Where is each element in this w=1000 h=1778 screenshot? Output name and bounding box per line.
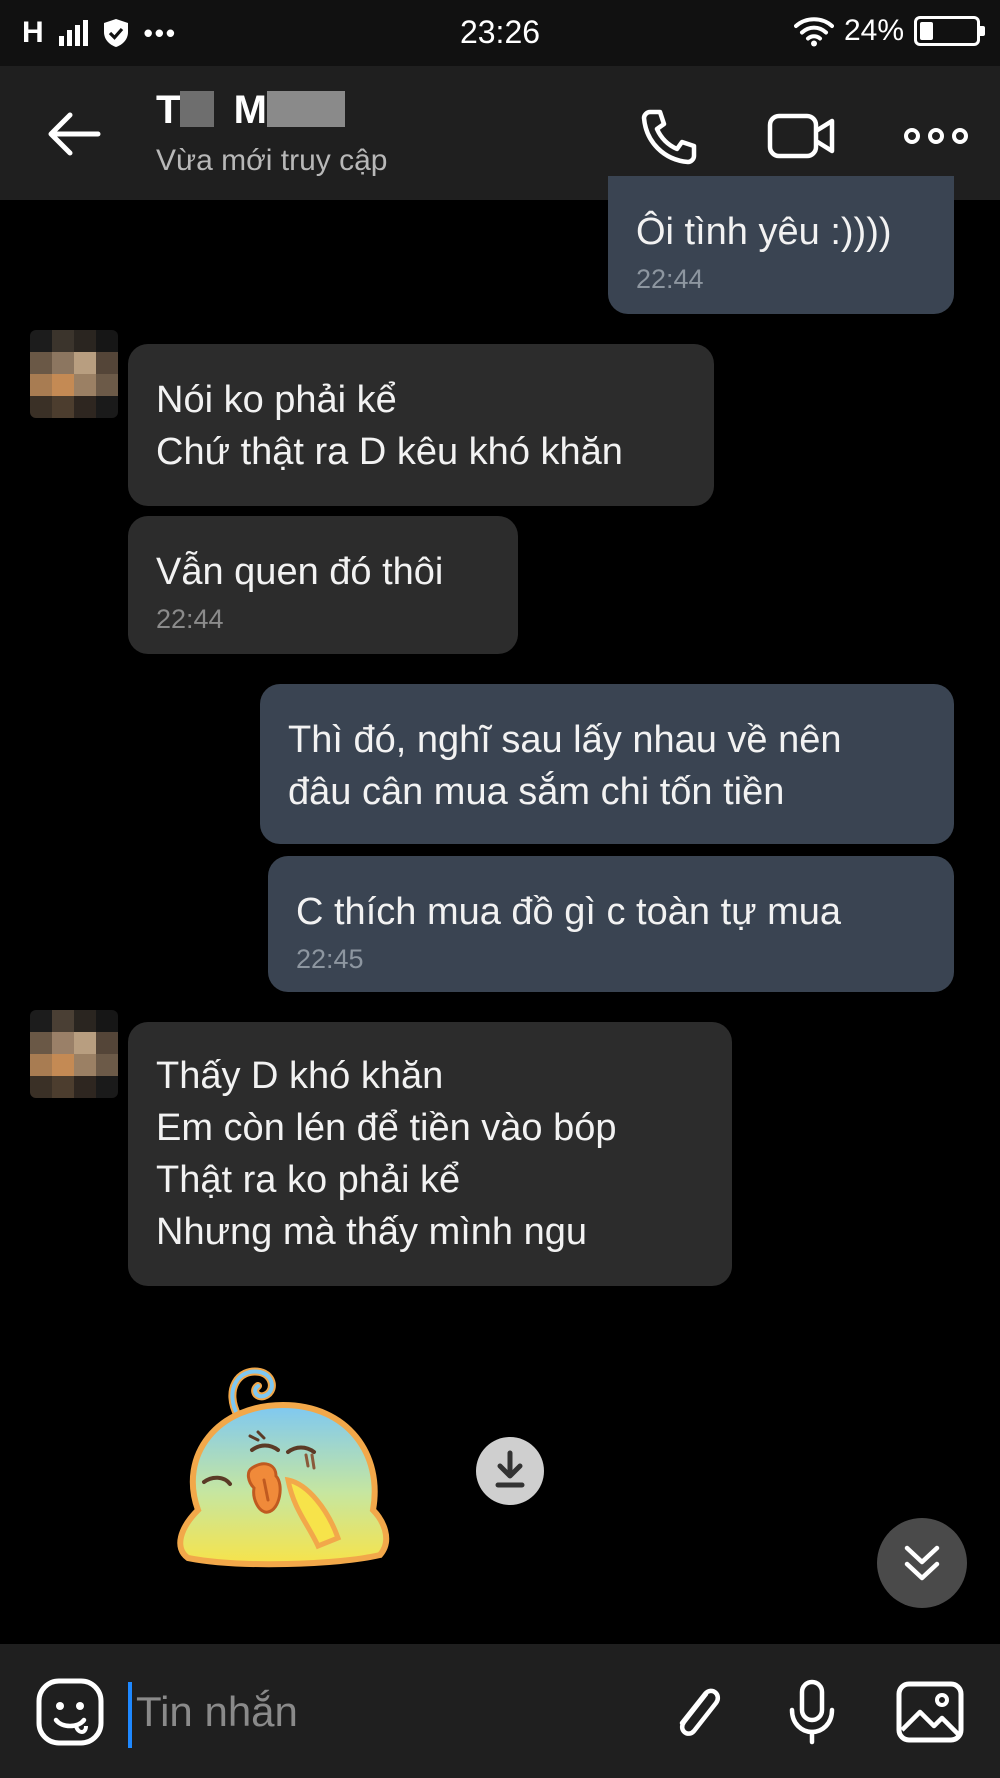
contact-name-initial: T (156, 88, 181, 132)
status-bar: H ••• 23:26 24% (0, 0, 1000, 66)
message-text: Thật ra ko phải kể (156, 1159, 461, 1201)
message-text: C thích mua đồ gì c toàn tự mua (296, 891, 842, 933)
message-text: Vẫn quen đó thôi (156, 551, 444, 593)
video-call-icon[interactable] (766, 104, 838, 168)
download-icon (495, 1450, 525, 1488)
text-caret (128, 1682, 132, 1748)
message-text: Thì đó, nghĩ sau lấy nhau về nên (288, 719, 842, 761)
message-input[interactable] (136, 1674, 636, 1750)
battery-level (920, 22, 933, 40)
message-composer (0, 1644, 1000, 1778)
contact-name[interactable]: T M (156, 88, 345, 133)
phone-icon[interactable] (632, 104, 704, 168)
double-chevron-down-icon (904, 1545, 940, 1581)
message-time: 22:45 (296, 944, 364, 974)
status-right: 24% (793, 14, 985, 48)
emoji-icon[interactable] (34, 1676, 106, 1748)
avatar[interactable] (30, 1010, 118, 1098)
message-text: Thấy D khó khăn (156, 1055, 444, 1097)
battery-icon (914, 16, 985, 46)
message-bubble-incoming[interactable]: Vẫn quen đó thôi 22:44 (128, 516, 518, 654)
message-bubble-outgoing[interactable]: Ôi tình yêu :)))) 22:44 (608, 176, 954, 314)
message-text: Ôi tình yêu :)))) (636, 211, 892, 253)
message-text: Em còn lén để tiền vào bóp (156, 1107, 617, 1149)
more-options-icon[interactable] (900, 104, 972, 168)
contact-status: Vừa mới truy cập (156, 144, 388, 177)
download-button[interactable] (476, 1437, 544, 1505)
avatar[interactable] (30, 330, 118, 418)
message-text: Nói ko phải kể (156, 379, 397, 421)
name-redaction (180, 91, 215, 127)
microphone-icon[interactable] (776, 1676, 848, 1748)
message-text: Chứ thật ra D kêu khó khăn (156, 431, 623, 473)
back-arrow-icon[interactable] (42, 104, 106, 164)
message-bubble-outgoing[interactable]: Thì đó, nghĩ sau lấy nhau về nên đâu cân… (260, 684, 954, 844)
name-redaction (266, 91, 345, 127)
message-text: đâu cân mua sắm chi tốn tiền (288, 771, 785, 813)
sticker-image[interactable] (168, 1360, 428, 1580)
message-text: Nhưng mà thấy mình ngu (156, 1211, 588, 1253)
contact-name-initial: M (233, 88, 267, 132)
message-time: 22:44 (156, 604, 224, 634)
image-icon[interactable] (894, 1676, 966, 1748)
attachment-icon[interactable] (662, 1676, 734, 1748)
scroll-to-bottom-button[interactable] (877, 1518, 967, 1608)
message-bubble-incoming[interactable]: Thấy D khó khăn Em còn lén để tiền vào b… (128, 1022, 732, 1286)
message-time: 22:44 (636, 264, 704, 294)
wifi-icon (793, 17, 834, 47)
message-bubble-incoming[interactable]: Nói ko phải kể Chứ thật ra D kêu khó khă… (128, 344, 714, 506)
message-bubble-outgoing[interactable]: C thích mua đồ gì c toàn tự mua 22:45 (268, 856, 954, 992)
battery-percent: 24% (843, 14, 904, 47)
